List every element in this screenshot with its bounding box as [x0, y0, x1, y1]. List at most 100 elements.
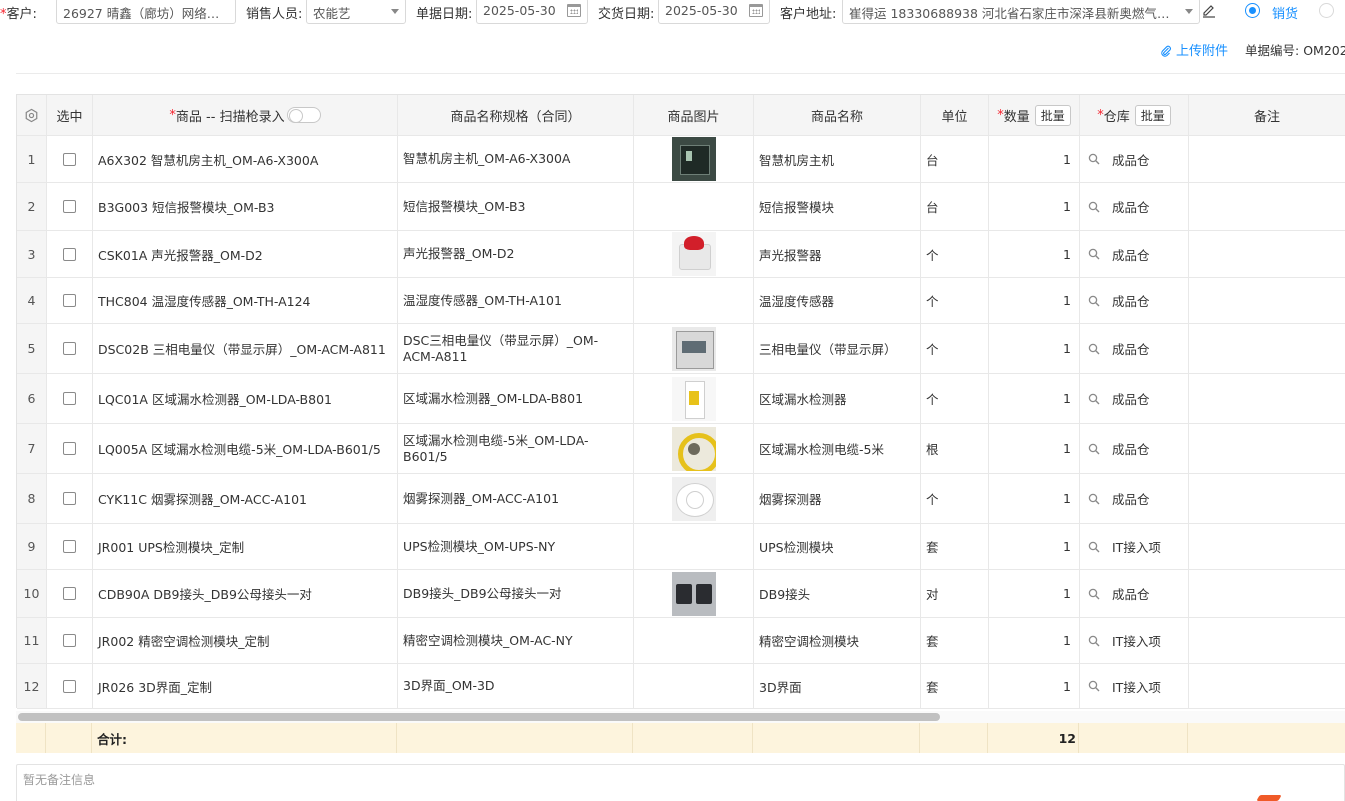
row-select-cell[interactable]	[47, 374, 93, 423]
warehouse-cell[interactable]: 成品仓	[1080, 183, 1189, 230]
warehouse-cell[interactable]: 成品仓	[1080, 278, 1189, 323]
row-select-cell[interactable]	[47, 231, 93, 277]
qty-cell[interactable]: 1	[989, 183, 1080, 230]
horizontal-scrollbar[interactable]	[16, 711, 1345, 723]
product-cell[interactable]: CDB90A DB9接头_DB9公母接头一对	[93, 570, 398, 617]
row-checkbox[interactable]	[63, 442, 76, 455]
row-select-cell[interactable]	[47, 618, 93, 663]
table-row[interactable]: 10 CDB90A DB9接头_DB9公母接头一对 DB9接头_DB9公母接头一对 D…	[17, 570, 1345, 618]
qty-cell[interactable]: 1	[989, 136, 1080, 182]
product-cell[interactable]: THC804 温湿度传感器_OM-TH-A124	[93, 278, 398, 323]
qty-cell[interactable]: 1	[989, 524, 1080, 569]
warehouse-cell[interactable]: 成品仓	[1080, 231, 1189, 277]
product-cell[interactable]: CSK01A 声光报警器_OM-D2	[93, 231, 398, 277]
address-select[interactable]: 崔得运 18330688938 河北省石家庄市深泽县新奥燃气营业厅	[842, 0, 1200, 24]
row-checkbox[interactable]	[63, 200, 76, 213]
product-cell[interactable]: JR002 精密空调检测模块_定制	[93, 618, 398, 663]
warehouse-cell[interactable]: IT接入项	[1080, 664, 1189, 708]
warehouse-cell[interactable]: 成品仓	[1080, 136, 1189, 182]
table-row[interactable]: 2 B3G003 短信报警模块_OM-B3 短信报警模块_OM-B3 短信报警模块台 1…	[17, 183, 1345, 231]
row-checkbox[interactable]	[63, 294, 76, 307]
qty-cell[interactable]: 1	[989, 664, 1080, 708]
warehouse-cell[interactable]: IT接入项	[1080, 524, 1189, 569]
gear-icon[interactable]	[24, 108, 39, 123]
search-icon[interactable]	[1088, 393, 1100, 405]
qty-cell[interactable]: 1	[989, 324, 1080, 373]
table-row[interactable]: 11 JR002 精密空调检测模块_定制 精密空调检测模块_OM-AC-NY 精密空调…	[17, 618, 1345, 664]
qty-cell[interactable]: 1	[989, 618, 1080, 663]
search-icon[interactable]	[1088, 680, 1100, 692]
remark-cell[interactable]	[1189, 570, 1345, 617]
row-select-cell[interactable]	[47, 570, 93, 617]
column-settings-cell[interactable]	[17, 95, 47, 135]
table-row[interactable]: 5 DSC02B 三相电量仪（带显示屏）_OM-ACM-A811 DSC三相电量仪（…	[17, 324, 1345, 374]
qty-cell[interactable]: 1	[989, 231, 1080, 277]
table-row[interactable]: 6 LQC01A 区域漏水检测器_OM-LDA-B801 区域漏水检测器_OM-LD…	[17, 374, 1345, 424]
product-cell[interactable]: CYK11C 烟雾探测器_OM-ACC-A101	[93, 474, 398, 523]
remark-cell[interactable]	[1189, 278, 1345, 323]
qty-cell[interactable]: 1	[989, 474, 1080, 523]
search-icon[interactable]	[1088, 588, 1100, 600]
product-cell[interactable]: LQC01A 区域漏水检测器_OM-LDA-B801	[93, 374, 398, 423]
search-icon[interactable]	[1088, 201, 1100, 213]
warehouse-cell[interactable]: 成品仓	[1080, 424, 1189, 473]
product-cell[interactable]: DSC02B 三相电量仪（带显示屏）_OM-ACM-A811	[93, 324, 398, 373]
row-checkbox[interactable]	[63, 540, 76, 553]
search-icon[interactable]	[1088, 541, 1100, 553]
customer-select[interactable]: 26927 晴鑫（廊坊）网络科技有限公司	[56, 0, 236, 24]
qty-cell[interactable]: 1	[989, 424, 1080, 473]
cable-photo[interactable]	[671, 426, 716, 471]
meter-photo[interactable]	[671, 326, 716, 371]
smoke-detector-photo[interactable]	[671, 476, 716, 521]
remark-cell[interactable]	[1189, 664, 1345, 708]
remark-cell[interactable]	[1189, 183, 1345, 230]
row-select-cell[interactable]	[47, 664, 93, 708]
product-cell[interactable]: LQ005A 区域漏水检测电缆-5米_OM-LDA-B601/5	[93, 424, 398, 473]
remark-cell[interactable]	[1189, 618, 1345, 663]
row-checkbox[interactable]	[63, 152, 76, 166]
row-select-cell[interactable]	[47, 424, 93, 473]
qty-cell[interactable]: 1	[989, 374, 1080, 423]
row-select-cell[interactable]	[47, 524, 93, 569]
water-detector-photo[interactable]	[671, 376, 716, 421]
delivery-date-picker[interactable]: 2025-05-30	[658, 0, 770, 24]
warehouse-cell[interactable]: IT接入项	[1080, 618, 1189, 663]
search-icon[interactable]	[1088, 343, 1100, 355]
row-checkbox[interactable]	[63, 342, 76, 355]
row-select-cell[interactable]	[47, 136, 93, 182]
sales-person-select[interactable]: 农能艺	[306, 0, 406, 24]
scanner-toggle[interactable]	[286, 107, 321, 123]
table-row[interactable]: 7 LQ005A 区域漏水检测电缆-5米_OM-LDA-B601/5 区域漏水检测电…	[17, 424, 1345, 474]
remark-cell[interactable]	[1189, 324, 1345, 373]
search-icon[interactable]	[1088, 443, 1100, 455]
remark-cell[interactable]	[1189, 424, 1345, 473]
remark-cell[interactable]	[1189, 231, 1345, 277]
remark-cell[interactable]	[1189, 136, 1345, 182]
table-row[interactable]: 1 A6X302 智慧机房主机_OM-A6-X300A 智慧机房主机_OM-A6-X…	[17, 136, 1345, 183]
db9-photo[interactable]	[671, 571, 716, 616]
table-row[interactable]: 4 THC804 温湿度传感器_OM-TH-A124 温湿度传感器_OM-TH-A1…	[17, 278, 1345, 324]
search-icon[interactable]	[1088, 248, 1100, 260]
remark-cell[interactable]	[1189, 524, 1345, 569]
product-cell[interactable]: JR026 3D界面_定制	[93, 664, 398, 708]
remark-cell[interactable]	[1189, 474, 1345, 523]
row-checkbox[interactable]	[63, 634, 76, 647]
doc-date-picker[interactable]: 2025-05-30	[476, 0, 588, 24]
table-row[interactable]: 12 JR026 3D界面_定制 3D界面_OM-3D 3D界面套 1 IT接入项	[17, 664, 1345, 709]
upload-attachment-link[interactable]: 上传附件	[1160, 40, 1228, 59]
sales-radio[interactable]	[1245, 3, 1260, 18]
row-checkbox[interactable]	[63, 492, 76, 505]
search-icon[interactable]	[1088, 635, 1100, 647]
row-checkbox[interactable]	[63, 247, 76, 261]
return-radio[interactable]	[1319, 3, 1334, 18]
remark-cell[interactable]	[1189, 374, 1345, 423]
host-unit-photo[interactable]	[671, 137, 716, 181]
warehouse-cell[interactable]: 成品仓	[1080, 570, 1189, 617]
row-checkbox[interactable]	[63, 679, 76, 693]
edit-icon[interactable]	[1202, 4, 1216, 18]
batch-qty-button[interactable]: 批量	[1034, 104, 1071, 126]
product-cell[interactable]: JR001 UPS检测模块_定制	[93, 524, 398, 569]
table-row[interactable]: 8 CYK11C 烟雾探测器_OM-ACC-A101 烟雾探测器_OM-ACC-A1…	[17, 474, 1345, 524]
product-cell[interactable]: A6X302 智慧机房主机_OM-A6-X300A	[93, 136, 398, 182]
scrollbar-thumb[interactable]	[18, 713, 940, 721]
